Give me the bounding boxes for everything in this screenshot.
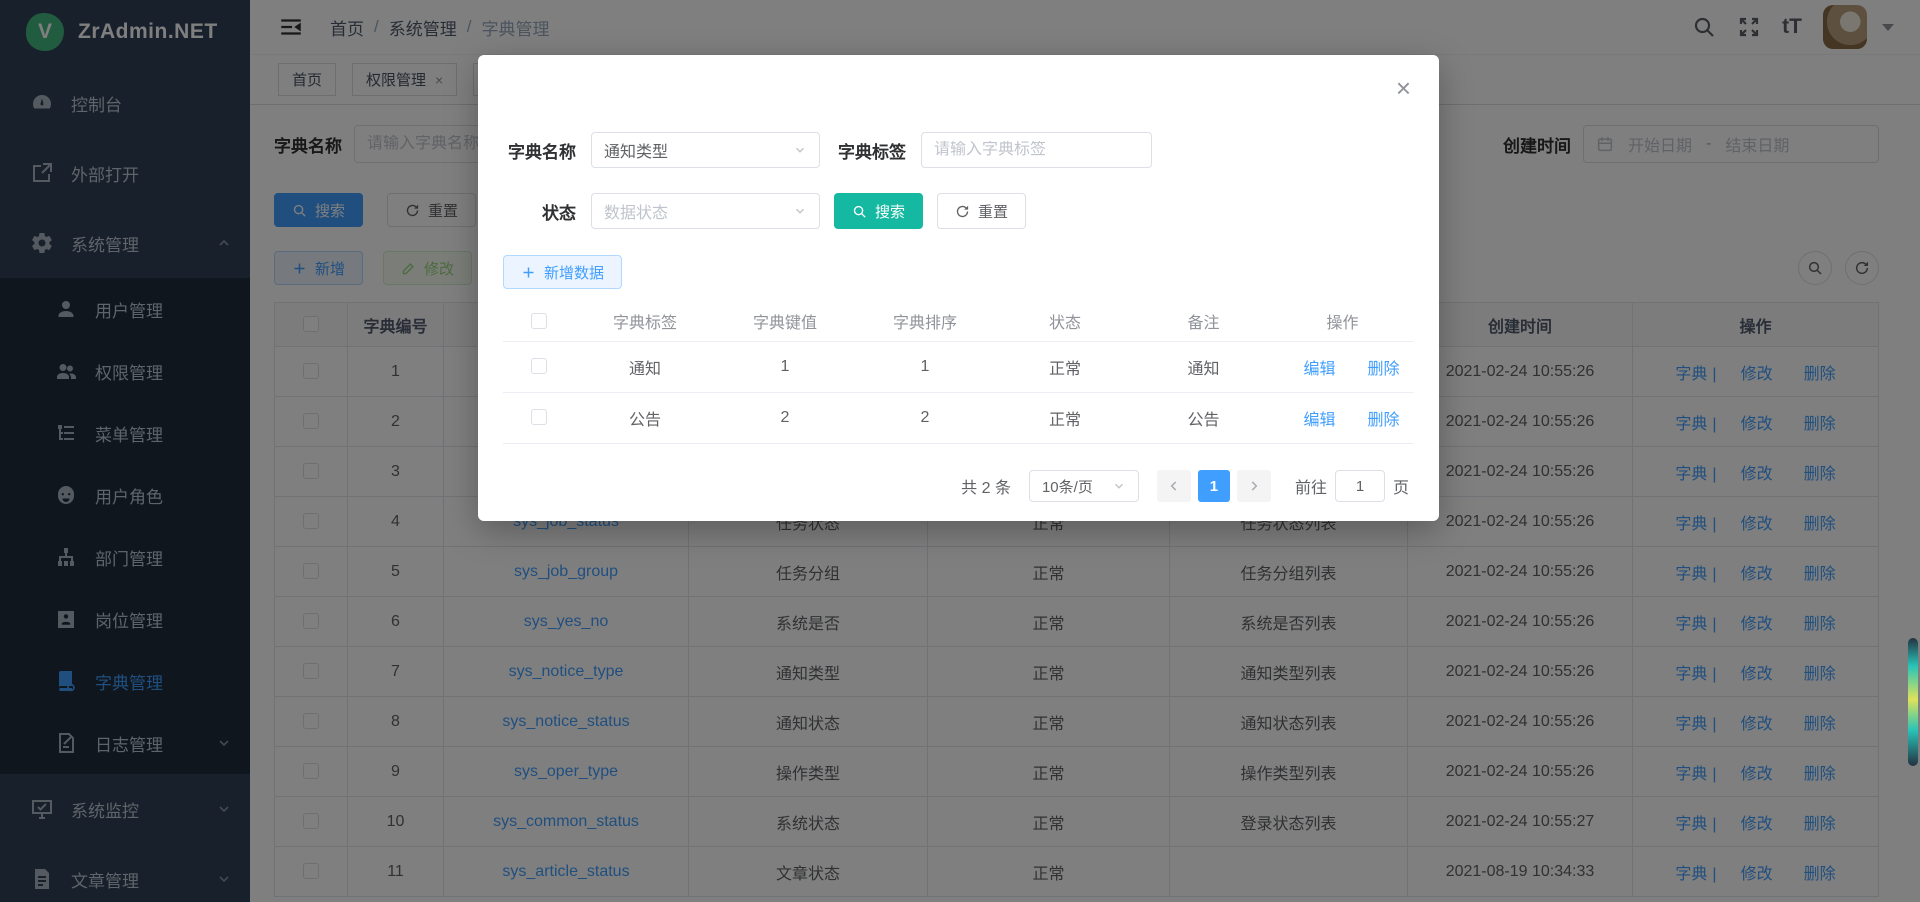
search-icon (852, 204, 867, 219)
dialog-dict-label-input-wrap (921, 132, 1152, 168)
pagination: 共 2 条 10条/页 1 前往 页 (961, 470, 1409, 502)
chevron-down-icon (793, 143, 807, 157)
dialog-dict-name-select[interactable]: 通知类型 (591, 132, 820, 168)
dialog-dict-label-input[interactable] (934, 141, 1139, 159)
page-number-button[interactable]: 1 (1198, 470, 1230, 502)
dialog-dict-name-label: 字典名称 (504, 138, 576, 163)
column-header: 字典排序 (855, 301, 995, 341)
dialog-dict-name-item: 字典名称 通知类型 (504, 132, 820, 168)
dialog-table-row: 通知 1 1 正常 通知 编辑删除 (503, 341, 1413, 392)
pencil-icon (1285, 413, 1299, 427)
dict-data-table-head: 字典标签字典键值字典排序状态备注操作 (503, 301, 1413, 341)
dialog-status-label: 状态 (504, 199, 576, 224)
column-header: 字典键值 (715, 301, 855, 341)
page-suffix-label: 页 (1393, 474, 1409, 498)
goto-label: 前往 (1295, 474, 1327, 498)
chevron-down-icon (1112, 479, 1126, 493)
delete-action-link[interactable]: 删除 (1350, 412, 1400, 429)
prev-page-button[interactable] (1157, 470, 1191, 502)
edit-action-link[interactable]: 编辑 (1285, 361, 1335, 378)
dialog-table-row: 公告 2 2 正常 公告 编辑删除 (503, 392, 1413, 443)
delete-action-link[interactable]: 删除 (1350, 361, 1400, 378)
status-text: 正常 (995, 392, 1135, 443)
dialog-dict-label-item: 字典标签 (830, 132, 1152, 168)
edit-action-link[interactable]: 编辑 (1285, 412, 1335, 429)
dialog-close-icon[interactable]: × (1396, 75, 1411, 101)
pencil-icon (1285, 362, 1299, 376)
select-all-checkbox[interactable] (531, 313, 547, 329)
next-page-button[interactable] (1237, 470, 1271, 502)
column-header: 备注 (1135, 301, 1272, 341)
dialog-dict-label-label: 字典标签 (830, 138, 906, 163)
dict-data-table-body: 通知 1 1 正常 通知 编辑删除 公告 2 2 正常 公告 编辑删除 (503, 341, 1413, 443)
row-checkbox[interactable] (531, 358, 547, 374)
dict-data-dialog: × 字典名称 通知类型 字典标签 状态 数据状态 搜索 重置 新增数据 (478, 55, 1439, 521)
trash-icon (1350, 413, 1364, 427)
goto-page-input[interactable] (1335, 470, 1385, 502)
dialog-add-data-button[interactable]: 新增数据 (503, 255, 622, 289)
dialog-search-button[interactable]: 搜索 (834, 193, 923, 229)
dialog-status-item: 状态 数据状态 (504, 193, 820, 229)
page-size-select[interactable]: 10条/页 (1029, 470, 1139, 502)
column-header: 状态 (995, 301, 1135, 341)
chevron-down-icon (793, 204, 807, 218)
row-checkbox[interactable] (531, 409, 547, 425)
refresh-icon (955, 204, 970, 219)
chevron-left-icon (1167, 479, 1181, 493)
pagination-total: 共 2 条 (961, 474, 1011, 498)
browser-scrollbar-thumb[interactable] (1908, 638, 1918, 766)
trash-icon (1350, 362, 1364, 376)
column-header: 字典标签 (575, 301, 715, 341)
dialog-status-select[interactable]: 数据状态 (591, 193, 820, 229)
status-text: 正常 (995, 341, 1135, 392)
dict-data-table: 字典标签字典键值字典排序状态备注操作 通知 1 1 正常 通知 编辑删除 公告 … (503, 301, 1413, 444)
dialog-search-actions: 搜索 重置 (834, 193, 1026, 229)
plus-icon (521, 265, 536, 280)
column-header: 操作 (1272, 301, 1413, 341)
dialog-reset-button[interactable]: 重置 (937, 193, 1026, 229)
chevron-right-icon (1247, 479, 1261, 493)
